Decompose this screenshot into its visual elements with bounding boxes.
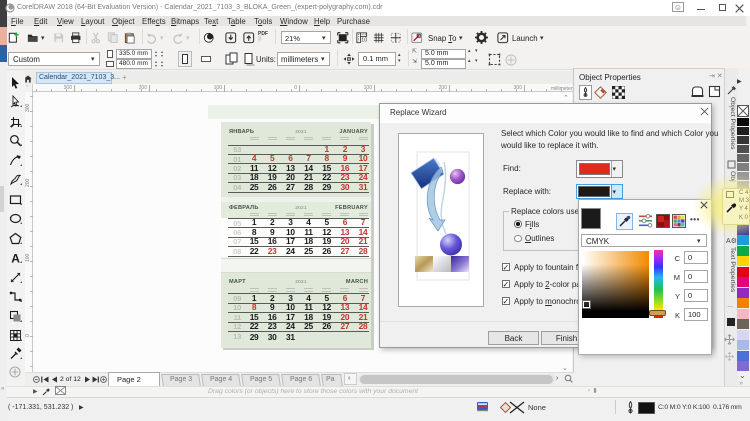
svg-text:10: 10: [361, 38, 367, 44]
svg-text:A: A: [11, 252, 20, 265]
